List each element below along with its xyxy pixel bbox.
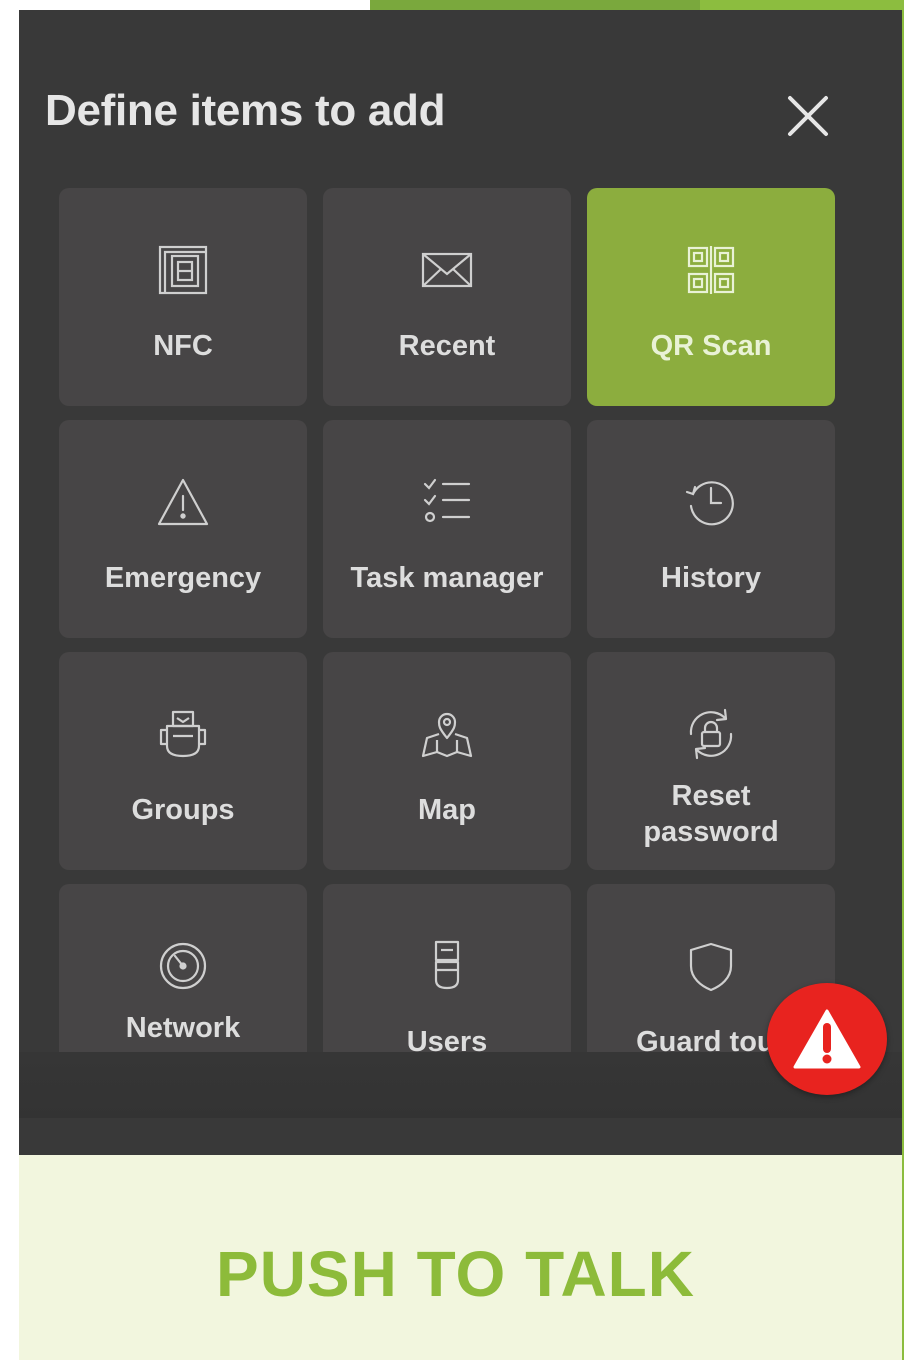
checklist-icon xyxy=(417,472,477,532)
tile-label: Groups xyxy=(131,794,235,826)
tile-emergency[interactable]: Emergency xyxy=(59,420,307,638)
top-accent-bar-highlight xyxy=(700,0,904,10)
tile-recent[interactable]: Recent xyxy=(323,188,571,406)
envelope-icon xyxy=(417,240,477,300)
tile-network[interactable]: Network xyxy=(59,884,307,1052)
tile-qr-scan[interactable]: QR Scan xyxy=(587,188,835,406)
sos-alert-button[interactable] xyxy=(767,983,887,1095)
tile-groups[interactable]: Groups xyxy=(59,652,307,870)
tile-label: Task manager xyxy=(350,562,544,594)
qr-code-icon xyxy=(681,240,741,300)
push-to-talk-label: PUSH TO TALK xyxy=(216,1237,695,1310)
history-icon xyxy=(681,472,741,532)
tile-label: QR Scan xyxy=(650,330,772,362)
warning-icon xyxy=(153,472,213,532)
tile-label: Network xyxy=(125,1012,241,1044)
tile-label: Reset password xyxy=(643,780,779,848)
tile-history[interactable]: History xyxy=(587,420,835,638)
map-icon xyxy=(417,704,477,764)
tile-map[interactable]: Map xyxy=(323,652,571,870)
tile-reset-password[interactable]: Reset password xyxy=(587,652,835,870)
tile-label: Emergency xyxy=(104,562,262,594)
dialog-footer xyxy=(19,1052,902,1118)
shield-icon xyxy=(681,936,741,996)
groups-icon xyxy=(153,704,213,764)
define-items-dialog: Define items to add NFC Recent QR Scan E… xyxy=(19,10,902,1155)
items-grid: NFC Recent QR Scan Emergency Task manage… xyxy=(57,186,837,1052)
lock-reset-icon xyxy=(681,704,741,764)
tile-users[interactable]: Users xyxy=(323,884,571,1052)
push-to-talk-button[interactable]: PUSH TO TALK xyxy=(19,1155,902,1360)
tile-nfc[interactable]: NFC xyxy=(59,188,307,406)
close-button[interactable] xyxy=(784,92,832,140)
tile-label: Map xyxy=(418,794,476,826)
nfc-icon xyxy=(153,240,213,300)
tile-label: NFC xyxy=(153,330,213,362)
dialog-title: Define items to add xyxy=(45,86,446,135)
tile-task-manager[interactable]: Task manager xyxy=(323,420,571,638)
users-icon xyxy=(417,936,477,996)
alert-triangle-icon xyxy=(793,1009,861,1069)
close-icon xyxy=(788,96,828,136)
tile-label: Users xyxy=(406,1026,488,1052)
network-gauge-icon xyxy=(153,936,213,996)
tile-label: History xyxy=(661,562,761,594)
tile-label: Recent xyxy=(398,330,496,362)
